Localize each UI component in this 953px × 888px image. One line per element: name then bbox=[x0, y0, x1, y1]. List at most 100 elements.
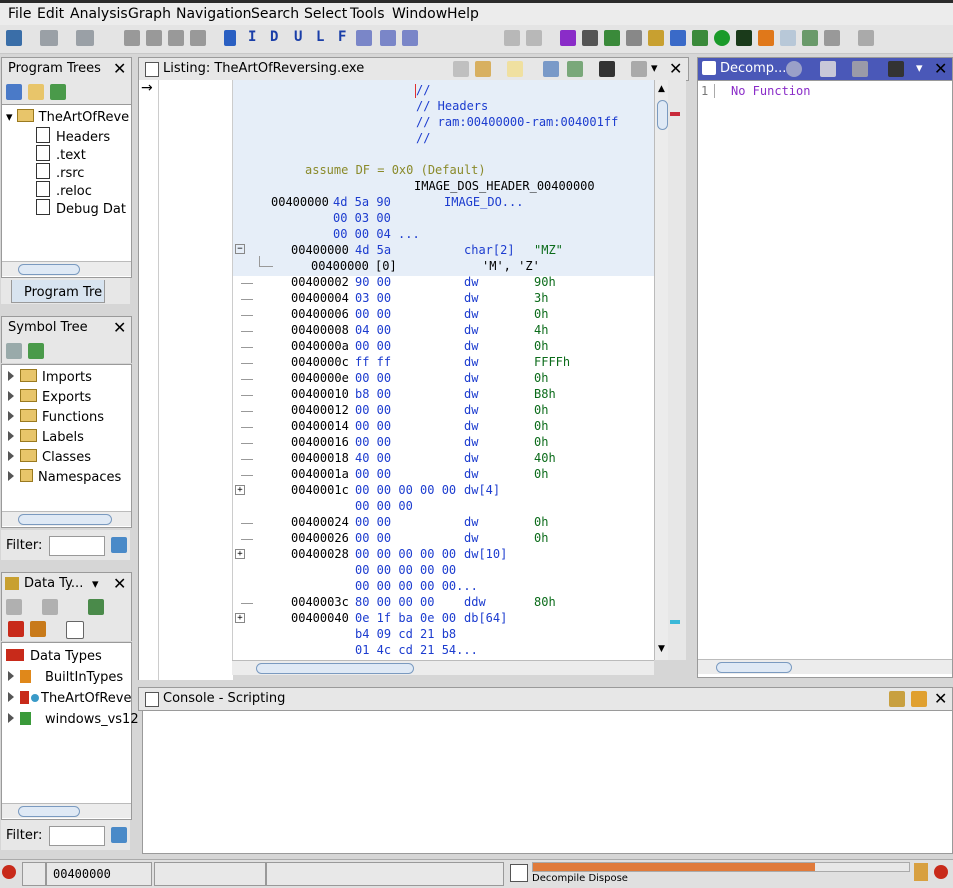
address[interactable]: 00400018 bbox=[291, 451, 349, 465]
data-types-root[interactable]: Data Types bbox=[6, 649, 102, 664]
close-icon[interactable]: ✕ bbox=[934, 59, 947, 78]
row-6[interactable]: 0040000e 00 00 dw 0h bbox=[233, 371, 655, 387]
scroll-up-icon[interactable]: ▲ bbox=[658, 84, 665, 94]
filter-icon[interactable] bbox=[30, 621, 46, 637]
expand-icon[interactable] bbox=[8, 671, 14, 681]
address[interactable]: 0040003c bbox=[291, 595, 349, 609]
symbol-item-imports[interactable]: Imports bbox=[8, 369, 92, 385]
refresh-icon[interactable] bbox=[786, 61, 802, 77]
tree-root[interactable]: ▾ TheArtOfReve bbox=[6, 109, 129, 125]
back-arrow-icon[interactable] bbox=[40, 30, 58, 46]
symbol-filter-input[interactable] bbox=[49, 536, 105, 556]
address[interactable]: 00400000 bbox=[291, 243, 349, 257]
settings-icon[interactable] bbox=[858, 30, 874, 46]
format-icon[interactable] bbox=[543, 61, 559, 77]
close-icon[interactable]: ✕ bbox=[113, 574, 126, 593]
address[interactable]: 00400024 bbox=[291, 515, 349, 529]
mnemonic[interactable]: dw bbox=[464, 435, 478, 449]
expand-icon[interactable] bbox=[8, 431, 14, 441]
horizontal-scrollbar[interactable] bbox=[2, 261, 131, 276]
expand-toggle[interactable]: + bbox=[235, 549, 245, 559]
scroll-down-icon[interactable]: ▼ bbox=[658, 644, 665, 654]
row-12[interactable]: 0040001a 00 00 dw 0h bbox=[233, 467, 655, 483]
address[interactable]: 00400006 bbox=[291, 307, 349, 321]
tree-item-text[interactable]: .text bbox=[36, 145, 86, 163]
clear-icon[interactable] bbox=[911, 691, 927, 707]
close-icon[interactable]: ✕ bbox=[113, 318, 126, 337]
expand-icon[interactable]: ▾ bbox=[6, 110, 13, 125]
expand-icon[interactable] bbox=[8, 451, 14, 461]
run-script-icon[interactable] bbox=[714, 30, 730, 46]
listing-vertical-scrollbar[interactable]: ▲ ▼ bbox=[654, 80, 669, 660]
collapse-icon[interactable] bbox=[66, 621, 84, 639]
console-panel[interactable] bbox=[142, 710, 953, 854]
address[interactable]: 00400004 bbox=[291, 291, 349, 305]
listing-horizontal-scrollbar[interactable] bbox=[232, 660, 654, 675]
bytes-icon[interactable] bbox=[582, 30, 598, 46]
nav-block-icon[interactable] bbox=[190, 30, 206, 46]
save-icon[interactable] bbox=[6, 30, 22, 46]
expand-icon[interactable] bbox=[8, 371, 14, 381]
close-icon[interactable]: ✕ bbox=[934, 689, 947, 708]
row-11[interactable]: 00400018 40 00 dw 40h bbox=[233, 451, 655, 467]
mnemonic[interactable]: dw bbox=[464, 387, 478, 401]
next-instruction-button[interactable]: I bbox=[248, 29, 256, 45]
data-type-icon[interactable] bbox=[648, 30, 664, 46]
mnemonic[interactable]: dw bbox=[464, 307, 478, 321]
symbol-item-labels[interactable]: Labels bbox=[8, 429, 84, 445]
mnemonic[interactable]: dw bbox=[464, 291, 478, 305]
close-icon[interactable]: ✕ bbox=[113, 59, 126, 78]
tab-program-trees[interactable]: Program Tre bbox=[11, 280, 105, 303]
snapshot-icon[interactable] bbox=[599, 61, 615, 77]
menu-edit[interactable]: Edit bbox=[37, 6, 64, 22]
horizontal-scrollbar[interactable] bbox=[2, 511, 131, 526]
undo-icon[interactable] bbox=[504, 30, 520, 46]
mnemonic[interactable]: dw bbox=[464, 371, 478, 385]
table-icon[interactable] bbox=[780, 30, 796, 46]
back-arrow-icon[interactable] bbox=[6, 599, 22, 615]
next-label-button[interactable]: L bbox=[316, 29, 324, 45]
row-0[interactable]: 00400002 90 00 dw 90h bbox=[233, 275, 655, 291]
tree-nav-icon[interactable] bbox=[50, 84, 66, 100]
symbol-item-exports[interactable]: Exports bbox=[8, 389, 91, 405]
row-8[interactable]: 00400012 00 00 dw 0h bbox=[233, 403, 655, 419]
expand-toggle[interactable]: − bbox=[235, 244, 245, 254]
symbol-item-functions[interactable]: Functions bbox=[8, 409, 104, 425]
scroll-thumb[interactable] bbox=[18, 806, 80, 817]
row-7[interactable]: 00400010 b8 00 dw B8h bbox=[233, 387, 655, 403]
mnemonic[interactable]: dw[10] bbox=[464, 547, 507, 561]
address[interactable]: 00400016 bbox=[291, 435, 349, 449]
expand-icon[interactable] bbox=[8, 411, 14, 421]
decompile-icon[interactable] bbox=[670, 30, 686, 46]
menu-analysis[interactable]: Analysis bbox=[70, 6, 128, 22]
address[interactable]: 0040000a bbox=[291, 339, 349, 353]
address[interactable]: 0040000c bbox=[291, 355, 349, 369]
mnemonic[interactable]: dw bbox=[464, 419, 478, 433]
scroll-thumb[interactable] bbox=[256, 663, 414, 674]
data-type-program[interactable]: TheArtOfReve bbox=[8, 691, 131, 706]
nav-block-icon[interactable] bbox=[168, 30, 184, 46]
mnemonic[interactable]: char[2] bbox=[464, 243, 515, 257]
row-1[interactable]: 00400004 03 00 dw 3h bbox=[233, 291, 655, 307]
menu-help[interactable]: Help bbox=[447, 6, 479, 22]
export-icon[interactable] bbox=[852, 61, 868, 77]
create-icon[interactable] bbox=[6, 343, 22, 359]
redo-icon[interactable] bbox=[526, 30, 542, 46]
address[interactable]: 0040001a bbox=[291, 467, 349, 481]
filter-icon[interactable] bbox=[8, 621, 24, 637]
expand-toggle[interactable]: + bbox=[235, 485, 245, 495]
open-folder-icon[interactable] bbox=[28, 84, 44, 100]
copy-icon[interactable] bbox=[820, 61, 836, 77]
mnemonic[interactable]: db[64] bbox=[464, 611, 507, 625]
copy-icon[interactable] bbox=[453, 61, 469, 77]
mnemonic[interactable]: dw bbox=[464, 451, 478, 465]
header-label[interactable]: IMAGE_DOS_HEADER_00400000 bbox=[414, 179, 595, 193]
next-function-button[interactable]: F bbox=[338, 29, 346, 45]
listing-body[interactable]: // // Headers // ram:00400000-ram:004001… bbox=[232, 80, 655, 660]
mnemonic[interactable]: dw[4] bbox=[464, 483, 500, 497]
address[interactable]: 00400014 bbox=[291, 419, 349, 433]
archive-icon[interactable] bbox=[88, 599, 104, 615]
address[interactable]: 00400012 bbox=[291, 403, 349, 417]
menu-dropdown-icon[interactable]: ▾ bbox=[916, 61, 923, 76]
menu-graph[interactable]: Graph bbox=[128, 6, 171, 22]
